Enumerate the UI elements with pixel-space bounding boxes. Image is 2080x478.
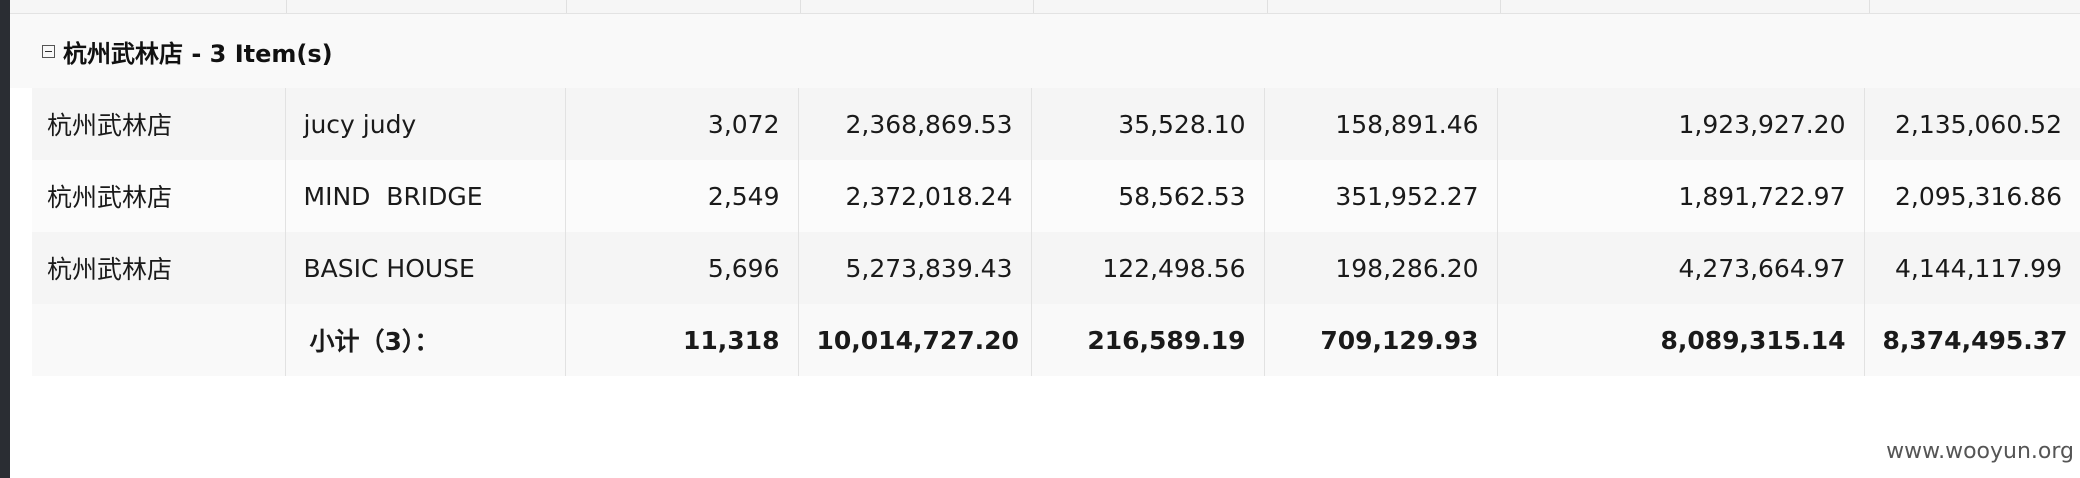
value-cell: 2,368,869.53 [797,88,1031,160]
group-title: 杭州武林店 - 3 Item(s) [63,39,333,68]
previous-row-strip [10,0,2080,14]
brand-cell: jucy judy [284,88,565,160]
value-cell: 122,498.56 [1030,232,1264,304]
brand-cell: BASIC HOUSE [284,232,565,304]
left-panel-edge [0,0,10,478]
value-cell: 5,696 [564,232,798,304]
store-cell: 杭州武林店 [32,232,285,304]
store-cell: 杭州武林店 [32,88,285,160]
value-cell: 1,891,722.97 [1496,160,1864,232]
value-cell: 2,372,018.24 [797,160,1031,232]
subtotal-value: 216,589.19 [1030,304,1264,376]
empty-cell [32,304,285,376]
collapse-group-icon[interactable] [42,44,55,58]
table-row[interactable]: 杭州武林店 jucy judy 3,072 2,368,869.53 35,52… [32,88,2080,160]
group-header-row[interactable]: 杭州武林店 - 3 Item(s) [10,14,2080,88]
subtotal-value: 10,014,727.20 [797,304,1031,376]
subtotal-value: 11,318 [564,304,798,376]
value-cell: 1,923,927.20 [1496,88,1864,160]
data-table: 杭州武林店 jucy judy 3,072 2,368,869.53 35,52… [32,88,2080,376]
table-row[interactable]: 杭州武林店 MIND BRIDGE 2,549 2,372,018.24 58,… [32,160,2080,232]
value-cell: 158,891.46 [1263,88,1497,160]
subtotal-value: 8,089,315.14 [1496,304,1864,376]
value-cell: 351,952.27 [1263,160,1497,232]
subtotal-value: 8,374,495.37 [1863,304,2080,376]
value-cell: 2,095,316.86 [1863,160,2080,232]
value-cell: 198,286.20 [1263,232,1497,304]
store-cell: 杭州武林店 [32,160,285,232]
value-cell: 5,273,839.43 [797,232,1031,304]
watermark-text: www.wooyun.org [1886,439,2074,464]
subtotal-value: 709,129.93 [1263,304,1497,376]
value-cell: 4,273,664.97 [1496,232,1864,304]
table-row[interactable]: 杭州武林店 BASIC HOUSE 5,696 5,273,839.43 122… [32,232,2080,304]
brand-cell: MIND BRIDGE [284,160,565,232]
value-cell: 2,135,060.52 [1863,88,2080,160]
value-cell: 58,562.53 [1030,160,1264,232]
value-cell: 4,144,117.99 [1863,232,2080,304]
value-cell: 2,549 [564,160,798,232]
subtotal-row: 小计（3）： 11,318 10,014,727.20 216,589.19 7… [32,304,2080,376]
subtotal-label: 小计（3）： [284,304,565,376]
value-cell: 3,072 [564,88,798,160]
value-cell: 35,528.10 [1030,88,1264,160]
